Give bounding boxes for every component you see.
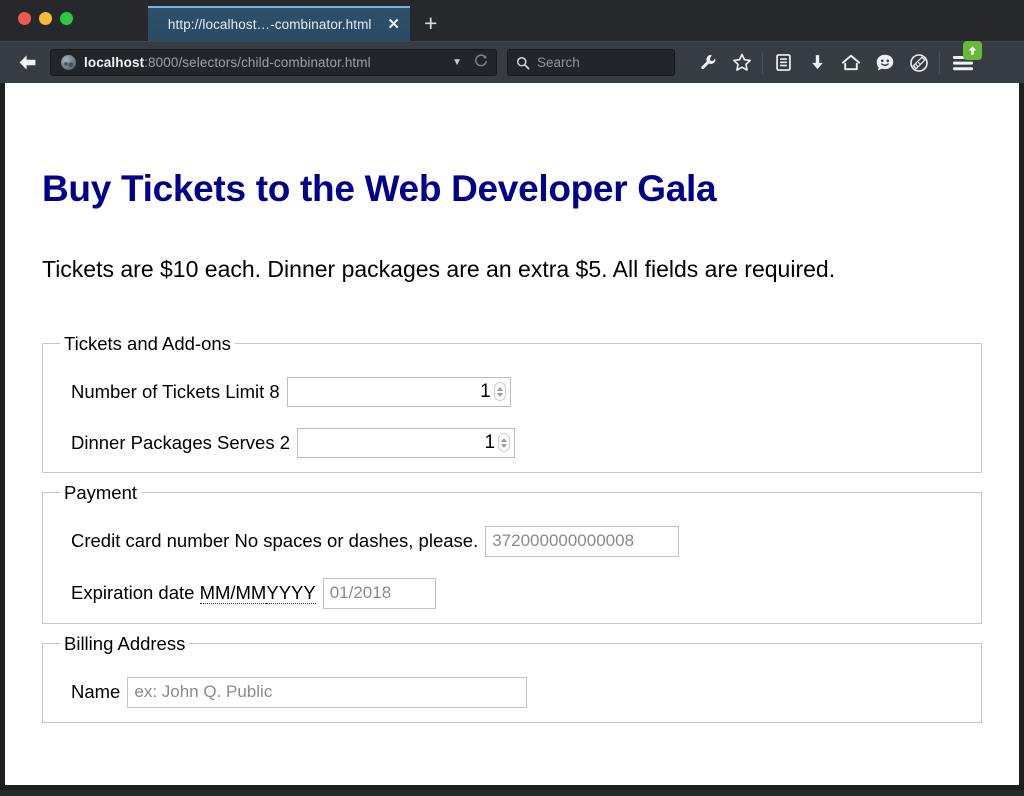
field-row-expiration-date: Expiration date MM/MMYYYY	[57, 577, 967, 609]
stepper-up-icon-2[interactable]	[501, 437, 508, 442]
search-bar[interactable]: Search	[507, 49, 675, 76]
page-content: Buy Tickets to the Web Developer Gala Ti…	[5, 83, 1019, 785]
fieldset-payment: Payment Credit card number No spaces or …	[42, 481, 982, 624]
smiley-face-icon[interactable]	[868, 48, 902, 78]
field-row-name: Name	[57, 676, 967, 708]
tab-strip: http://localhost…-combinator.html ✕ +	[148, 0, 451, 41]
stepper-down-icon-2[interactable]	[501, 443, 508, 448]
pocket-icon[interactable]	[902, 48, 936, 78]
smiley-face-glyph	[876, 54, 894, 71]
fieldset-billing-address: Billing Address Name	[42, 632, 982, 723]
label-expiration-date-main: Expiration date	[71, 582, 195, 604]
update-arrow-icon	[968, 45, 977, 55]
url-text: localhost:8000/selectors/child-combinato…	[84, 55, 440, 70]
reader-list-glyph	[775, 54, 791, 71]
field-row-number-of-tickets: Number of Tickets Limit 8 1	[57, 376, 967, 407]
wrench-glyph	[700, 54, 715, 70]
dinner-packages-input[interactable]: 1	[297, 427, 516, 458]
navigation-toolbar: localhost:8000/selectors/child-combinato…	[0, 40, 1024, 83]
search-input-placeholder: Search	[537, 55, 580, 70]
stepper-down-icon[interactable]	[496, 392, 503, 397]
label-name: Name	[71, 681, 121, 703]
back-button[interactable]	[14, 50, 40, 76]
name-field[interactable]	[127, 676, 528, 708]
toolbar-divider-2	[939, 51, 940, 74]
star-glyph	[733, 53, 751, 71]
number-of-tickets-stepper[interactable]	[493, 382, 506, 402]
download-icon[interactable]	[800, 48, 834, 78]
update-badge[interactable]	[963, 40, 982, 60]
home-icon[interactable]	[834, 48, 868, 78]
toolbar-icons	[691, 40, 983, 78]
search-icon	[517, 56, 530, 69]
fieldset-legend-tickets: Tickets and Add-ons	[64, 332, 231, 354]
label-expiration-date: Expiration date MM/MMYYYY	[57, 582, 316, 605]
stepper-up-icon[interactable]	[496, 386, 503, 391]
field-row-credit-card-number: Credit card number No spaces or dashes, …	[57, 525, 967, 557]
label-dinner-packages: Dinner Packages Serves 2	[71, 431, 291, 453]
credit-card-number-field[interactable]	[485, 525, 680, 557]
zoom-window-button[interactable]	[60, 12, 73, 25]
label-number-of-tickets: Number of Tickets Limit 8	[71, 380, 280, 402]
expiration-date-field[interactable]	[322, 577, 436, 609]
browser-window: http://localhost…-combinator.html ✕ + lo…	[0, 0, 1024, 796]
wrench-icon[interactable]	[691, 48, 725, 78]
dinner-packages-value: 1	[484, 432, 496, 454]
dinner-packages-stepper[interactable]	[498, 433, 511, 453]
new-tab-button[interactable]: +	[410, 12, 451, 41]
minimize-window-button[interactable]	[39, 12, 52, 25]
page-intro-text: Tickets are $10 each. Dinner packages ar…	[42, 255, 836, 282]
number-of-tickets-input[interactable]: 1	[286, 376, 511, 407]
window-controls	[18, 12, 73, 25]
hamburger-menu-button[interactable]	[943, 40, 983, 78]
page-viewport: Buy Tickets to the Web Developer Gala Ti…	[0, 83, 1024, 790]
url-host: localhost	[84, 55, 145, 70]
fieldset-legend-billing-address: Billing Address	[64, 632, 186, 654]
reader-list-icon[interactable]	[766, 48, 800, 78]
toolbar-divider	[762, 51, 763, 74]
tab-title: http://localhost…-combinator.html	[167, 17, 372, 32]
field-row-dinner-packages: Dinner Packages Serves 2 1	[57, 427, 967, 458]
fieldset-legend-payment: Payment	[64, 481, 138, 503]
star-icon[interactable]	[725, 48, 759, 78]
abbr-year-format: YYYY	[266, 582, 316, 605]
pocket-glyph	[910, 53, 928, 72]
download-glyph	[811, 55, 823, 70]
browser-tab-active[interactable]: http://localhost…-combinator.html ✕	[148, 6, 410, 41]
url-path: :8000/selectors/child-combinator.html	[144, 55, 371, 70]
globe-icon	[61, 55, 76, 70]
fieldset-tickets-and-addons: Tickets and Add-ons Number of Tickets Li…	[42, 332, 982, 473]
url-bar[interactable]: localhost:8000/selectors/child-combinato…	[50, 49, 497, 76]
titlebar: http://localhost…-combinator.html ✕ +	[0, 0, 1024, 41]
close-tab-icon[interactable]: ✕	[387, 17, 400, 32]
home-glyph	[841, 54, 861, 71]
back-arrow-icon	[19, 55, 35, 70]
chevron-down-icon[interactable]: ▼	[448, 57, 466, 68]
close-window-button[interactable]	[18, 12, 31, 25]
abbr-month-format: MM/MM	[199, 582, 267, 605]
reload-icon[interactable]	[474, 54, 488, 71]
reload-glyph	[475, 54, 487, 67]
number-of-tickets-value: 1	[480, 381, 491, 403]
label-credit-card-number: Credit card number No spaces or dashes, …	[71, 530, 479, 552]
page-title: Buy Tickets to the Web Developer Gala	[42, 168, 717, 209]
